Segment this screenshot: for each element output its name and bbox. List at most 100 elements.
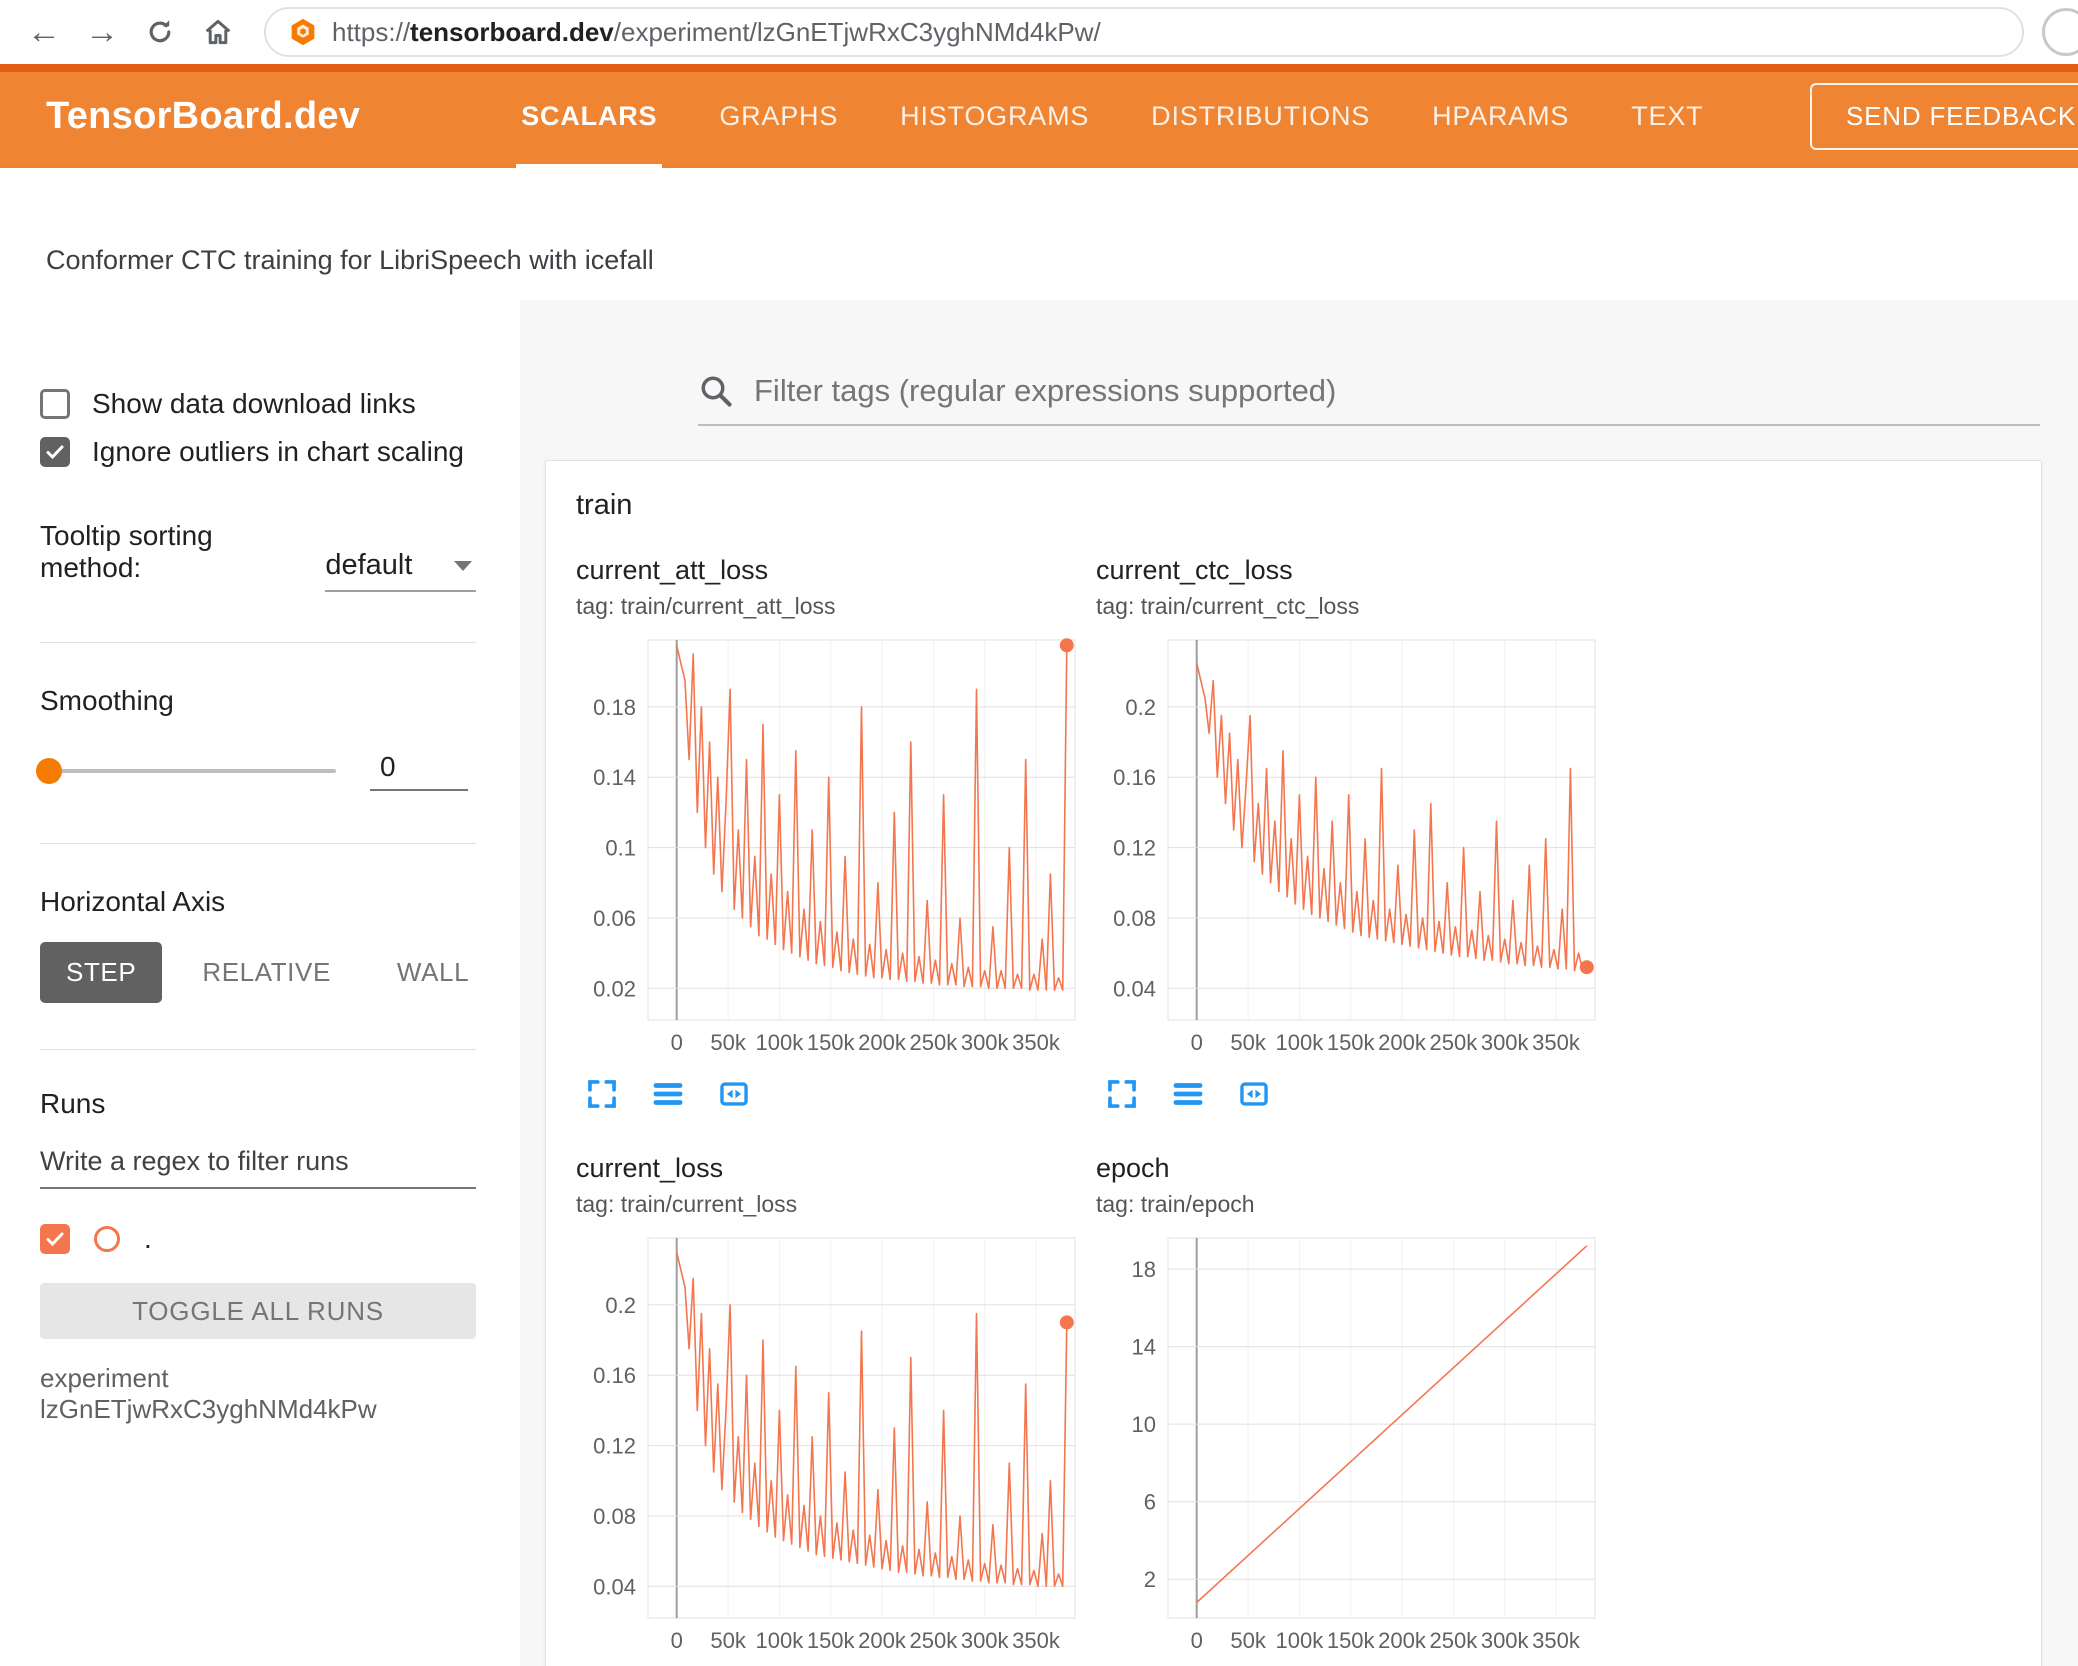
svg-text:350k: 350k [1012,1030,1061,1055]
current-att-loss-plot[interactable]: 0 50k 100k 150k 200k 250k 300k 350k 0.02 0.06 0.1 0… [576,632,1081,1062]
back-icon[interactable]: ← [18,6,70,58]
train-section-title: train [576,489,633,521]
view-data-icon[interactable] [1170,1076,1206,1112]
show-download-links-checkbox[interactable] [40,389,70,419]
run-color-swatch [94,1226,120,1252]
svg-text:300k: 300k [961,1628,1010,1653]
svg-text:0: 0 [1191,1030,1203,1055]
smoothing-slider-knob[interactable] [36,758,62,784]
train-card: train current_att_loss tag: train/curren… [545,460,2042,1666]
tab-hparams[interactable]: HPARAMS [1401,64,1600,168]
runs-filter-input[interactable] [40,1146,476,1189]
svg-text:350k: 350k [1532,1628,1581,1653]
svg-text:250k: 250k [910,1628,959,1653]
send-feedback-button[interactable]: SEND FEEDBACK [1809,82,2078,150]
svg-text:150k: 150k [807,1628,856,1653]
svg-text:50k: 50k [1230,1628,1266,1653]
experiment-subtitle-bar: Conformer CTC training for LibriSpeech w… [0,168,2078,300]
svg-text:150k: 150k [1327,1030,1376,1055]
svg-text:0.14: 0.14 [593,765,636,790]
svg-text:100k: 100k [1276,1628,1325,1653]
content: Show data download links Ignore outliers… [0,300,2078,1666]
svg-text:0: 0 [671,1030,683,1055]
smoothing-slider-row: 0 [36,751,476,791]
reload-icon[interactable] [134,6,186,58]
chart-title: current_loss [576,1153,724,1183]
fit-domain-icon[interactable] [716,1076,752,1112]
smoothing-value[interactable]: 0 [370,751,468,791]
wall-button[interactable]: WALL [371,942,495,1003]
svg-text:0: 0 [1191,1628,1203,1653]
smoothing-slider[interactable] [36,758,336,784]
tab-graphs[interactable]: GRAPHS [688,64,869,168]
svg-text:250k: 250k [910,1030,959,1055]
view-data-icon[interactable] [650,1076,686,1112]
screen: ← → https://tensorboard.dev/experiment/l… [0,0,2078,1666]
chart-tag: tag: train/epoch [1096,1191,1255,1217]
avatar[interactable] [2042,8,2078,56]
chart-actions [1096,1076,1604,1112]
svg-text:6: 6 [1144,1490,1156,1515]
tooltip-sorting-row: Tooltip sorting method: default [40,520,476,592]
tensorboard-logo-icon [291,18,315,46]
ignore-outliers-row[interactable]: Ignore outliers in chart scaling [40,436,476,468]
relative-button[interactable]: RELATIVE [176,942,357,1003]
fit-domain-icon[interactable] [1236,1076,1272,1112]
horizontal-axis-label: Horizontal Axis [40,886,226,917]
svg-text:0.12: 0.12 [593,1434,636,1459]
filter-tags-input[interactable] [752,372,2040,410]
svg-text:14: 14 [1132,1335,1156,1360]
nav-tabs: SCALARS GRAPHS HISTOGRAMS DISTRIBUTIONS … [490,64,1734,168]
home-icon[interactable] [192,6,244,58]
tab-histograms[interactable]: HISTOGRAMS [869,64,1120,168]
check-icon [46,1232,64,1247]
train-section-header[interactable]: train [546,461,2041,540]
svg-text:0.04: 0.04 [1113,976,1156,1001]
chart-title: epoch [1096,1153,1170,1183]
show-download-links-row[interactable]: Show data download links [40,388,476,420]
browser-chrome: ← → https://tensorboard.dev/experiment/l… [0,0,2078,64]
svg-text:50k: 50k [710,1628,746,1653]
chart-actions [576,1076,1084,1112]
forward-icon[interactable]: → [76,6,128,58]
experiment-subtitle: Conformer CTC training for LibriSpeech w… [46,245,654,275]
svg-text:100k: 100k [1276,1030,1325,1055]
tab-text[interactable]: TEXT [1600,64,1734,168]
tab-scalars[interactable]: SCALARS [490,64,688,168]
chart-tag: tag: train/current_ctc_loss [1096,593,1360,619]
reload-glyph [149,20,171,43]
toggle-all-runs-button[interactable]: TOGGLE ALL RUNS [40,1283,476,1339]
chart-current-att-loss: current_att_loss tag: train/current_att_… [576,554,1084,1112]
tooltip-sorting-dropdown[interactable]: default [325,549,476,592]
chart-tag: tag: train/current_att_loss [576,593,836,619]
settings-sidebar: Show data download links Ignore outliers… [0,300,520,1666]
run-checkbox[interactable] [40,1224,70,1254]
charts-grid: current_att_loss tag: train/current_att_… [546,540,2041,1660]
divider [40,642,476,643]
svg-text:0.16: 0.16 [593,1363,636,1388]
current-loss-plot[interactable]: 0 50k 100k 150k 200k 250k 300k 350k 0.04 0.08 0.12… [576,1230,1081,1660]
url-path: /experiment/lzGnETjwRxC3yghNMd4kPw/ [613,16,1101,47]
expand-chart-icon[interactable] [1104,1076,1140,1112]
expand-chart-icon[interactable] [584,1076,620,1112]
run-row[interactable]: . [40,1223,476,1255]
svg-text:0.1: 0.1 [605,836,636,861]
ignore-outliers-checkbox[interactable] [40,437,70,467]
current-ctc-loss-plot[interactable]: 0 50k 100k 150k 200k 250k 300k 350k 0.04 0.08 0.12… [1096,632,1601,1062]
svg-text:50k: 50k [1230,1030,1266,1055]
step-button[interactable]: STEP [40,942,163,1003]
show-download-links-label: Show data download links [92,388,416,419]
svg-text:50k: 50k [710,1030,746,1055]
svg-text:350k: 350k [1532,1030,1581,1055]
chart-epoch: epoch tag: train/epoch 0 50k 100k 150k 200k 2… [1096,1152,1604,1660]
address-bar[interactable]: https://tensorboard.dev/experiment/lzGnE… [264,7,2024,57]
svg-text:300k: 300k [1481,1628,1530,1653]
svg-text:250k: 250k [1430,1030,1479,1055]
chart-current-ctc-loss: current_ctc_loss tag: train/current_ctc_… [1096,554,1604,1112]
svg-text:0: 0 [671,1628,683,1653]
svg-text:0.18: 0.18 [593,695,636,720]
svg-text:18: 18 [1132,1257,1156,1282]
epoch-plot[interactable]: 0 50k 100k 150k 200k 250k 300k 350k 2 6 10 14 18 [1096,1230,1601,1660]
scalars-main: train current_att_loss tag: train/curren… [520,300,2078,1666]
tab-distributions[interactable]: DISTRIBUTIONS [1120,64,1401,168]
